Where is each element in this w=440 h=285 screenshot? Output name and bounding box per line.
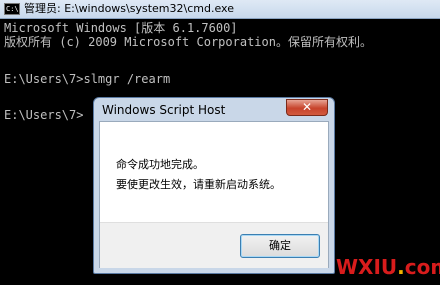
watermark-dot: .: [397, 255, 405, 279]
console-line: Microsoft Windows [版本 6.1.7600]: [4, 21, 238, 35]
dialog-message-line2: 要使更改生效，请重新启动系统。: [116, 178, 281, 191]
watermark-end: com: [404, 255, 440, 279]
console-line: 版权所有 (c) 2009 Microsoft Corporation。保留所有…: [4, 35, 372, 49]
close-icon: ✕: [301, 100, 313, 114]
dialog-title: Windows Script Host: [102, 103, 226, 117]
watermark-main: WXIU: [336, 255, 398, 279]
ok-button[interactable]: 确定: [240, 234, 320, 258]
dialog-body: 命令成功地完成。 要使更改生效，请重新启动系统。 确定: [99, 121, 329, 268]
script-host-dialog: Windows Script Host ✕ 命令成功地完成。 要使更改生效，请重…: [93, 97, 335, 274]
dialog-footer: 确定: [100, 222, 328, 268]
dialog-message-line1: 命令成功地完成。: [116, 158, 204, 171]
watermark-logo: WXIU.com: [336, 255, 440, 279]
cmd-window-icon[interactable]: C:\: [4, 3, 20, 15]
console-line: E:\Users\7>slmgr /rearm: [4, 72, 171, 86]
cmd-titlebar[interactable]: C:\ 管理员: E:\windows\system32\cmd.exe: [0, 0, 440, 19]
window-title: 管理员: E:\windows\system32\cmd.exe: [24, 2, 234, 15]
close-button[interactable]: ✕: [286, 99, 328, 116]
console-prompt: E:\Users\7>: [4, 108, 84, 122]
